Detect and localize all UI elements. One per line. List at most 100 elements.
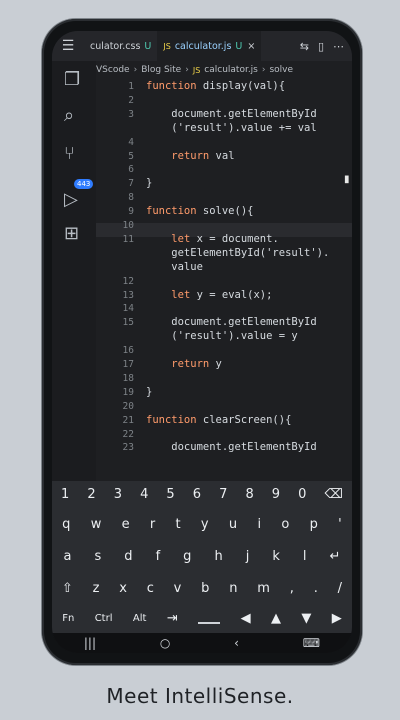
key-char[interactable]: / — [338, 581, 342, 596]
breadcrumb-item[interactable]: solve — [269, 65, 293, 75]
tab-calculator-js[interactable]: JS calculator.js U × — [157, 31, 262, 61]
keyboard-row-qwerty: q w e r t y u i o p ' — [52, 517, 352, 532]
key-char[interactable]: 1 — [61, 487, 69, 502]
key-char[interactable]: o — [281, 517, 289, 532]
line-number: 20 — [122, 400, 134, 412]
key-char[interactable]: Alt — [133, 613, 147, 624]
code-line: value — [146, 260, 203, 273]
key-char[interactable]: 3 — [114, 487, 122, 502]
home-button[interactable]: ○ — [160, 636, 170, 650]
key-char[interactable]: i — [257, 517, 261, 532]
key-char[interactable]: ↵ — [330, 549, 341, 564]
line-number: 17 — [122, 359, 134, 370]
line-number: 12 — [122, 275, 134, 287]
line-number: 5 — [128, 150, 134, 162]
key-char[interactable]: b — [201, 581, 209, 596]
key-char[interactable]: c — [147, 581, 154, 596]
breadcrumb-item[interactable]: JS — [193, 66, 200, 75]
code-editor[interactable]: 1 function display(val){ 2 3 document.getEl… — [96, 79, 352, 481]
key-char[interactable]: ⇥ — [167, 611, 178, 626]
key-char[interactable]: t — [176, 517, 181, 532]
breadcrumb-item[interactable]: VScode — [96, 65, 130, 75]
line-number: 8 — [128, 192, 134, 204]
key-char[interactable]: ◀ — [241, 611, 251, 626]
line-number: 18 — [122, 372, 134, 384]
key-char[interactable]: u — [229, 517, 237, 532]
more-icon[interactable]: ⋯ — [333, 40, 344, 53]
keyboard-switch-icon[interactable]: ⌨ — [303, 636, 320, 650]
source-control-icon[interactable]: ⑂ — [64, 143, 75, 164]
key-char[interactable]: r — [150, 517, 155, 532]
key-char[interactable]: Fn — [62, 613, 74, 624]
line-number: 15 — [122, 317, 134, 329]
key-char[interactable]: q — [62, 517, 70, 532]
recents-button[interactable]: ||| — [84, 636, 96, 650]
line-number: 21 — [122, 414, 134, 426]
key-char[interactable]: p — [310, 517, 318, 532]
breadcrumb: VScode › Blog Site › JS calculator.js › sol… — [96, 61, 352, 79]
breadcrumb-item[interactable]: Blog Site — [141, 65, 181, 75]
key-char[interactable]: ⇧ — [62, 581, 73, 596]
key-char[interactable]: ' — [338, 517, 342, 532]
line-number: 23 — [122, 442, 134, 454]
key-char[interactable]: g — [183, 549, 191, 564]
key-char[interactable]: Ctrl — [95, 613, 113, 624]
tab-calculator-css[interactable]: culator.css U — [84, 31, 157, 61]
key-char[interactable]: ▼ — [301, 611, 311, 626]
menu-icon[interactable]: ☰ — [52, 31, 84, 61]
compare-icon[interactable]: ⇆ — [300, 40, 309, 53]
key-char[interactable]: f — [156, 549, 161, 564]
explorer-icon[interactable]: ❐ — [64, 69, 80, 90]
key-char[interactable]: , — [290, 581, 294, 596]
key-char[interactable]: 8 — [245, 487, 253, 502]
line-number: 10 — [122, 220, 134, 231]
key-char[interactable]: 2 — [87, 487, 95, 502]
back-button[interactable]: ‹ — [234, 636, 239, 650]
key-char[interactable]: 0 — [298, 487, 306, 502]
tab-actions: ⇆ ▯ ⋯ — [292, 40, 352, 53]
key-char[interactable]: 7 — [219, 487, 227, 502]
key-char[interactable]: k — [272, 549, 280, 564]
key-char[interactable]: 4 — [140, 487, 148, 502]
line-number: 1 — [128, 81, 134, 92]
split-editor-icon[interactable]: ▯ — [318, 40, 324, 53]
line-number: 14 — [122, 303, 134, 315]
key-char[interactable]: d — [124, 549, 132, 564]
close-icon[interactable]: × — [247, 41, 255, 52]
keyboard-row-modifiers: Fn Ctrl Alt ⇥ space ◀ ▲ ▼ ▶ — [52, 611, 352, 626]
key-char[interactable]: ▲ — [271, 611, 281, 626]
code-line: function display(val){ — [146, 80, 286, 92]
key-char[interactable]: e — [122, 517, 130, 532]
key-char[interactable]: ▶ — [332, 611, 342, 626]
run-debug-icon[interactable]: ▷ — [64, 189, 78, 210]
key-char[interactable]: 9 — [272, 487, 280, 502]
key-char[interactable]: ⌫ — [324, 487, 342, 502]
tab-bar: ☰ culator.css U JS calculator.js U × ⇆ ▯… — [52, 31, 352, 61]
code-line: } — [146, 177, 153, 190]
key-char[interactable]: v — [174, 581, 182, 596]
key-char[interactable]: x — [119, 581, 127, 596]
key-char[interactable]: 6 — [193, 487, 201, 502]
key-char[interactable]: 5 — [166, 487, 174, 502]
key-char[interactable]: j — [246, 549, 250, 564]
key-char[interactable]: y — [201, 517, 209, 532]
key-char[interactable]: m — [257, 581, 270, 596]
key-char[interactable]: . — [314, 581, 318, 596]
code-line: document.getElementById — [146, 316, 317, 329]
line-number: 2 — [128, 94, 134, 106]
extensions-icon[interactable]: ⊞ — [64, 223, 79, 244]
line-number: 7 — [128, 178, 134, 190]
line-number: 13 — [122, 289, 134, 301]
key-space[interactable]: space — [198, 614, 221, 624]
breadcrumb-item[interactable]: calculator.js — [204, 65, 258, 75]
promo-caption: Meet IntelliSense. — [106, 684, 294, 708]
key-char[interactable]: h — [214, 549, 222, 564]
key-char[interactable]: s — [94, 549, 101, 564]
key-char[interactable]: w — [91, 517, 102, 532]
line-number: 19 — [122, 386, 134, 398]
key-char[interactable]: z — [93, 581, 100, 596]
key-char[interactable]: a — [64, 549, 72, 564]
key-char[interactable]: l — [303, 549, 307, 564]
key-char[interactable]: n — [229, 581, 237, 596]
search-icon[interactable]: ⌕ — [64, 105, 74, 126]
